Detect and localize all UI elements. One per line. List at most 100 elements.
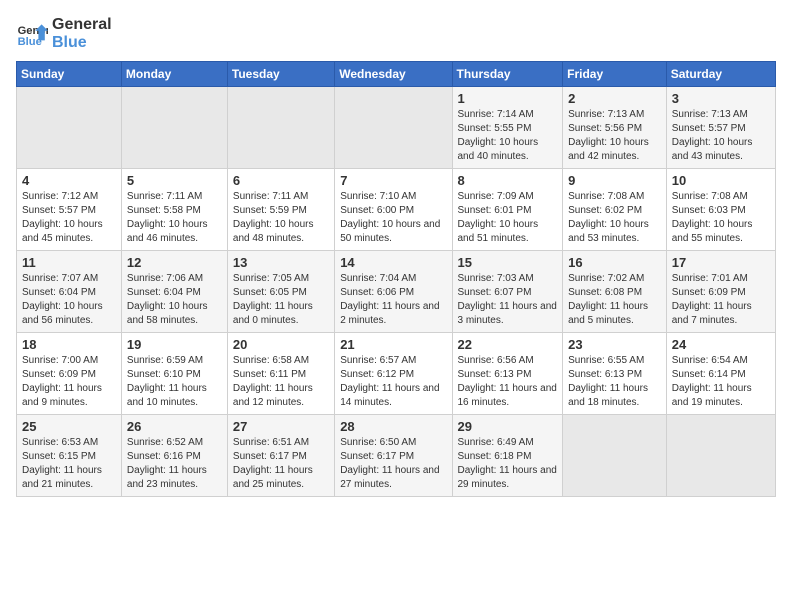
calendar-cell: 3 Sunrise: 7:13 AMSunset: 5:57 PMDayligh… bbox=[666, 87, 775, 169]
day-number: 7 bbox=[340, 173, 446, 188]
day-info: Sunrise: 7:10 AMSunset: 6:00 PMDaylight:… bbox=[340, 191, 440, 244]
calendar-cell: 17 Sunrise: 7:01 AMSunset: 6:09 PMDaylig… bbox=[666, 251, 775, 333]
day-info: Sunrise: 7:04 AMSunset: 6:06 PMDaylight:… bbox=[340, 273, 439, 326]
calendar-week-row: 4 Sunrise: 7:12 AMSunset: 5:57 PMDayligh… bbox=[17, 169, 776, 251]
day-info: Sunrise: 7:07 AMSunset: 6:04 PMDaylight:… bbox=[22, 273, 103, 326]
calendar-cell: 26 Sunrise: 6:52 AMSunset: 6:16 PMDaylig… bbox=[121, 415, 227, 497]
weekday-header-wednesday: Wednesday bbox=[335, 62, 452, 87]
calendar-table: SundayMondayTuesdayWednesdayThursdayFrid… bbox=[16, 61, 776, 497]
logo-general: General bbox=[52, 16, 112, 34]
weekday-header-sunday: Sunday bbox=[17, 62, 122, 87]
calendar-cell: 8 Sunrise: 7:09 AMSunset: 6:01 PMDayligh… bbox=[452, 169, 563, 251]
weekday-header-tuesday: Tuesday bbox=[227, 62, 334, 87]
day-info: Sunrise: 6:50 AMSunset: 6:17 PMDaylight:… bbox=[340, 437, 439, 490]
day-number: 8 bbox=[458, 173, 558, 188]
day-number: 18 bbox=[22, 337, 116, 352]
calendar-cell: 4 Sunrise: 7:12 AMSunset: 5:57 PMDayligh… bbox=[17, 169, 122, 251]
calendar-week-row: 1 Sunrise: 7:14 AMSunset: 5:55 PMDayligh… bbox=[17, 87, 776, 169]
day-number: 13 bbox=[233, 255, 329, 270]
day-number: 29 bbox=[458, 419, 558, 434]
calendar-cell: 6 Sunrise: 7:11 AMSunset: 5:59 PMDayligh… bbox=[227, 169, 334, 251]
calendar-cell: 16 Sunrise: 7:02 AMSunset: 6:08 PMDaylig… bbox=[563, 251, 667, 333]
header: General Blue General Blue bbox=[16, 16, 776, 51]
day-number: 15 bbox=[458, 255, 558, 270]
calendar-cell bbox=[17, 87, 122, 169]
day-number: 16 bbox=[568, 255, 661, 270]
day-info: Sunrise: 7:08 AMSunset: 6:03 PMDaylight:… bbox=[672, 191, 753, 244]
day-info: Sunrise: 7:01 AMSunset: 6:09 PMDaylight:… bbox=[672, 273, 752, 326]
calendar-cell: 23 Sunrise: 6:55 AMSunset: 6:13 PMDaylig… bbox=[563, 333, 667, 415]
calendar-cell bbox=[121, 87, 227, 169]
calendar-cell bbox=[563, 415, 667, 497]
day-info: Sunrise: 6:53 AMSunset: 6:15 PMDaylight:… bbox=[22, 437, 102, 490]
calendar-cell: 1 Sunrise: 7:14 AMSunset: 5:55 PMDayligh… bbox=[452, 87, 563, 169]
calendar-cell: 14 Sunrise: 7:04 AMSunset: 6:06 PMDaylig… bbox=[335, 251, 452, 333]
day-info: Sunrise: 7:13 AMSunset: 5:56 PMDaylight:… bbox=[568, 109, 649, 162]
day-info: Sunrise: 6:51 AMSunset: 6:17 PMDaylight:… bbox=[233, 437, 313, 490]
day-number: 25 bbox=[22, 419, 116, 434]
day-number: 21 bbox=[340, 337, 446, 352]
day-info: Sunrise: 7:11 AMSunset: 5:58 PMDaylight:… bbox=[127, 191, 208, 244]
day-info: Sunrise: 6:56 AMSunset: 6:13 PMDaylight:… bbox=[458, 355, 557, 408]
calendar-cell: 13 Sunrise: 7:05 AMSunset: 6:05 PMDaylig… bbox=[227, 251, 334, 333]
day-number: 20 bbox=[233, 337, 329, 352]
calendar-cell: 7 Sunrise: 7:10 AMSunset: 6:00 PMDayligh… bbox=[335, 169, 452, 251]
day-number: 5 bbox=[127, 173, 222, 188]
day-number: 27 bbox=[233, 419, 329, 434]
calendar-cell: 25 Sunrise: 6:53 AMSunset: 6:15 PMDaylig… bbox=[17, 415, 122, 497]
calendar-cell: 29 Sunrise: 6:49 AMSunset: 6:18 PMDaylig… bbox=[452, 415, 563, 497]
calendar-cell: 15 Sunrise: 7:03 AMSunset: 6:07 PMDaylig… bbox=[452, 251, 563, 333]
calendar-week-row: 18 Sunrise: 7:00 AMSunset: 6:09 PMDaylig… bbox=[17, 333, 776, 415]
calendar-cell: 28 Sunrise: 6:50 AMSunset: 6:17 PMDaylig… bbox=[335, 415, 452, 497]
calendar-cell bbox=[227, 87, 334, 169]
day-info: Sunrise: 7:09 AMSunset: 6:01 PMDaylight:… bbox=[458, 191, 539, 244]
logo-blue: Blue bbox=[52, 34, 112, 52]
day-info: Sunrise: 7:08 AMSunset: 6:02 PMDaylight:… bbox=[568, 191, 649, 244]
calendar-cell: 10 Sunrise: 7:08 AMSunset: 6:03 PMDaylig… bbox=[666, 169, 775, 251]
day-number: 1 bbox=[458, 91, 558, 106]
calendar-cell: 9 Sunrise: 7:08 AMSunset: 6:02 PMDayligh… bbox=[563, 169, 667, 251]
day-info: Sunrise: 7:11 AMSunset: 5:59 PMDaylight:… bbox=[233, 191, 314, 244]
day-number: 22 bbox=[458, 337, 558, 352]
calendar-cell: 20 Sunrise: 6:58 AMSunset: 6:11 PMDaylig… bbox=[227, 333, 334, 415]
day-number: 28 bbox=[340, 419, 446, 434]
calendar-cell: 5 Sunrise: 7:11 AMSunset: 5:58 PMDayligh… bbox=[121, 169, 227, 251]
day-number: 14 bbox=[340, 255, 446, 270]
day-number: 6 bbox=[233, 173, 329, 188]
day-number: 23 bbox=[568, 337, 661, 352]
day-info: Sunrise: 7:03 AMSunset: 6:07 PMDaylight:… bbox=[458, 273, 557, 326]
calendar-cell: 24 Sunrise: 6:54 AMSunset: 6:14 PMDaylig… bbox=[666, 333, 775, 415]
day-number: 17 bbox=[672, 255, 770, 270]
day-info: Sunrise: 6:54 AMSunset: 6:14 PMDaylight:… bbox=[672, 355, 752, 408]
logo: General Blue General Blue bbox=[16, 16, 112, 51]
weekday-header-monday: Monday bbox=[121, 62, 227, 87]
calendar-cell: 12 Sunrise: 7:06 AMSunset: 6:04 PMDaylig… bbox=[121, 251, 227, 333]
day-number: 2 bbox=[568, 91, 661, 106]
calendar-cell: 18 Sunrise: 7:00 AMSunset: 6:09 PMDaylig… bbox=[17, 333, 122, 415]
day-info: Sunrise: 6:52 AMSunset: 6:16 PMDaylight:… bbox=[127, 437, 207, 490]
day-info: Sunrise: 6:59 AMSunset: 6:10 PMDaylight:… bbox=[127, 355, 207, 408]
day-number: 11 bbox=[22, 255, 116, 270]
logo-icon: General Blue bbox=[16, 18, 48, 50]
weekday-header-friday: Friday bbox=[563, 62, 667, 87]
calendar-week-row: 25 Sunrise: 6:53 AMSunset: 6:15 PMDaylig… bbox=[17, 415, 776, 497]
calendar-cell bbox=[335, 87, 452, 169]
day-number: 3 bbox=[672, 91, 770, 106]
day-info: Sunrise: 6:58 AMSunset: 6:11 PMDaylight:… bbox=[233, 355, 313, 408]
svg-text:Blue: Blue bbox=[18, 36, 42, 48]
calendar-cell: 22 Sunrise: 6:56 AMSunset: 6:13 PMDaylig… bbox=[452, 333, 563, 415]
calendar-cell: 19 Sunrise: 6:59 AMSunset: 6:10 PMDaylig… bbox=[121, 333, 227, 415]
calendar-cell: 27 Sunrise: 6:51 AMSunset: 6:17 PMDaylig… bbox=[227, 415, 334, 497]
calendar-cell: 2 Sunrise: 7:13 AMSunset: 5:56 PMDayligh… bbox=[563, 87, 667, 169]
day-number: 4 bbox=[22, 173, 116, 188]
calendar-week-row: 11 Sunrise: 7:07 AMSunset: 6:04 PMDaylig… bbox=[17, 251, 776, 333]
weekday-header-thursday: Thursday bbox=[452, 62, 563, 87]
day-number: 9 bbox=[568, 173, 661, 188]
day-info: Sunrise: 7:02 AMSunset: 6:08 PMDaylight:… bbox=[568, 273, 648, 326]
day-info: Sunrise: 6:49 AMSunset: 6:18 PMDaylight:… bbox=[458, 437, 557, 490]
day-info: Sunrise: 7:13 AMSunset: 5:57 PMDaylight:… bbox=[672, 109, 753, 162]
weekday-header-saturday: Saturday bbox=[666, 62, 775, 87]
day-info: Sunrise: 7:00 AMSunset: 6:09 PMDaylight:… bbox=[22, 355, 102, 408]
day-number: 26 bbox=[127, 419, 222, 434]
day-number: 19 bbox=[127, 337, 222, 352]
